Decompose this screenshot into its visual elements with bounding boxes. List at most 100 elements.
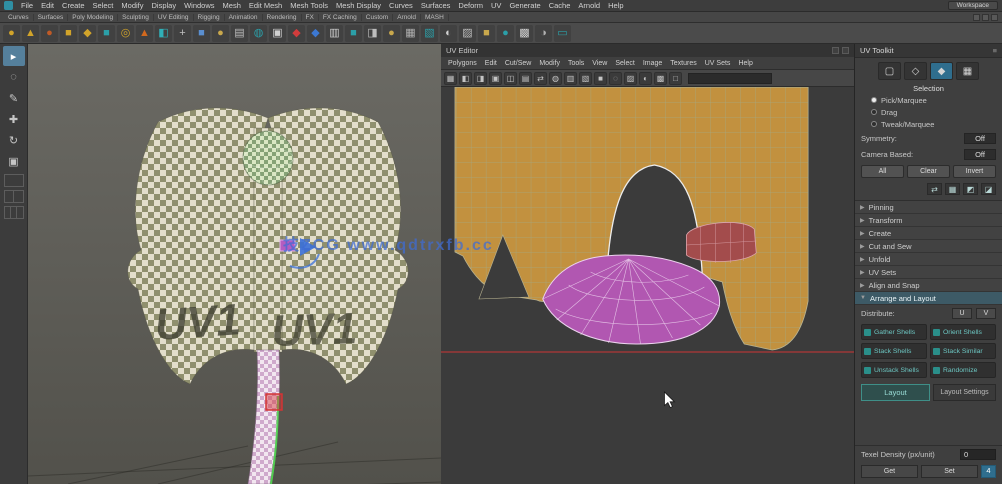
convert-selection-icon[interactable]: ▦ <box>945 183 960 195</box>
move-tool-icon[interactable]: ✚ <box>3 109 25 129</box>
axe-knob-mesh[interactable] <box>242 130 294 186</box>
menu-item[interactable]: Generate <box>505 1 544 10</box>
symmetry-dropdown[interactable]: Off <box>964 132 996 144</box>
menu-item[interactable]: Display <box>148 1 181 10</box>
paint-select-tool-icon[interactable]: ✎ <box>3 88 25 108</box>
layout-button[interactable]: Layout <box>861 384 931 401</box>
toolkit-section-arrange-layout[interactable]: ▼ Arrange and Layout <box>855 292 1002 305</box>
shelf-tool-button[interactable]: ■ <box>345 24 362 42</box>
uv-menu-item[interactable]: Select <box>611 60 638 67</box>
uv-toolbar-icon[interactable]: ▨ <box>624 71 637 85</box>
layout-four-pane-button[interactable] <box>3 190 24 203</box>
shelf-tool-button[interactable]: ◑ <box>535 24 552 42</box>
toolkit-section-header[interactable]: ▶ Pinning <box>855 201 1002 214</box>
selected-face-highlight[interactable] <box>265 393 283 411</box>
menu-item[interactable]: Modify <box>117 1 147 10</box>
menu-item[interactable]: Select <box>89 1 118 10</box>
shelf-tool-button[interactable]: ◧ <box>155 24 172 42</box>
uv-selection-filter-button[interactable]: ▢ <box>878 62 901 80</box>
shelf-tool-button[interactable]: ■ <box>193 24 210 42</box>
shelf-tool-button[interactable]: ▲ <box>22 24 39 42</box>
layout-two-pane-button[interactable] <box>3 206 24 219</box>
menu-item[interactable]: Curves <box>385 1 417 10</box>
toolkit-section-header[interactable]: ▶ Unfold <box>855 253 1002 266</box>
shelf-tool-button[interactable]: ▦ <box>402 24 419 42</box>
menu-item[interactable]: Cache <box>545 1 575 10</box>
menu-item[interactable]: Mesh <box>219 1 245 10</box>
menu-item[interactable]: Arnold <box>574 1 604 10</box>
distribute-v-button[interactable]: V <box>976 307 996 319</box>
convert-selection-icon[interactable]: ⇄ <box>927 183 942 195</box>
select-tool-icon[interactable]: ▸ <box>2 46 25 66</box>
shelf-tool-button[interactable]: ◐ <box>440 24 457 42</box>
shelf-tool-button[interactable]: ▧ <box>421 24 438 42</box>
uv-canvas[interactable] <box>441 87 854 484</box>
shelf-tab[interactable]: Rendering <box>263 13 302 21</box>
uv-transform-entry-input[interactable] <box>688 72 772 84</box>
shelf-tool-button[interactable]: ◆ <box>79 24 96 42</box>
uv-toolbar-icon[interactable]: ▧ <box>579 71 592 85</box>
uv-menu-item[interactable]: View <box>588 60 611 67</box>
shelf-tool-button[interactable]: ■ <box>478 24 495 42</box>
shelf-tool-button[interactable]: ● <box>41 24 58 42</box>
shelf-tool-button[interactable]: ▩ <box>516 24 533 42</box>
shelf-tool-button[interactable]: ● <box>3 24 20 42</box>
layout-settings-button[interactable]: Layout Settings <box>933 384 996 401</box>
shelf-tool-button[interactable]: ◍ <box>250 24 267 42</box>
convert-selection-icon[interactable]: ◪ <box>981 183 996 195</box>
shelf-tool-button[interactable]: ◎ <box>117 24 134 42</box>
snap-point-icon[interactable] <box>991 13 998 21</box>
shelf-tool-button[interactable]: ▨ <box>459 24 476 42</box>
select-all-button[interactable]: All <box>861 165 904 178</box>
shelf-tab[interactable]: Curves <box>4 13 34 21</box>
workspace-selector[interactable]: Workspace <box>947 1 998 10</box>
panel-menu-icon[interactable]: ≡ <box>993 46 997 55</box>
menu-item[interactable]: Mesh Tools <box>286 1 332 10</box>
uv-toolbar-icon[interactable]: ▥ <box>564 71 577 85</box>
select-clear-button[interactable]: Clear <box>907 165 950 178</box>
shelf-tab[interactable]: FX <box>302 13 319 21</box>
uv-selection-filter-button[interactable]: ▦ <box>956 62 979 80</box>
uv-menu-item[interactable]: Help <box>734 60 756 67</box>
arrange-button[interactable]: Orient Shells <box>930 324 996 340</box>
convert-selection-icon[interactable]: ◩ <box>963 183 978 195</box>
toolkit-section-header[interactable]: ▶ Align and Snap <box>855 279 1002 292</box>
arrange-button[interactable]: Stack Similar <box>930 343 996 359</box>
uv-menu-item[interactable]: Modify <box>535 60 564 67</box>
arrange-button[interactable]: Stack Shells <box>861 343 927 359</box>
texel-get-button[interactable]: Get <box>861 465 918 478</box>
shelf-tool-button[interactable]: ◨ <box>364 24 381 42</box>
uv-toolbar-icon[interactable]: ◐ <box>639 71 652 85</box>
uv-shell-fan[interactable] <box>542 254 721 345</box>
uv-toolbar-icon[interactable]: ▦ <box>444 71 457 85</box>
uv-toolbar-icon[interactable]: ■ <box>594 71 607 85</box>
toolkit-section-header[interactable]: ▶ Transform <box>855 214 1002 227</box>
uv-selection-filter-button[interactable]: ◆ <box>930 62 953 80</box>
toolkit-section-header[interactable]: ▶ UV Sets <box>855 266 1002 279</box>
camera-based-dropdown[interactable]: Off <box>964 148 996 160</box>
layout-single-pane-button[interactable] <box>3 174 24 187</box>
toolkit-section-header[interactable]: ▶ Create <box>855 227 1002 240</box>
arrange-button[interactable]: Gather Shells <box>861 324 927 340</box>
uv-toolbar-icon[interactable]: ▤ <box>519 71 532 85</box>
shelf-tool-button[interactable]: ▭ <box>554 24 571 42</box>
shelf-tool-button[interactable]: ▥ <box>326 24 343 42</box>
snap-curve-icon[interactable] <box>982 13 989 21</box>
shelf-tab[interactable]: Sculpting <box>118 13 154 21</box>
uv-selection-filter-button[interactable]: ◇ <box>904 62 927 80</box>
uv-menu-item[interactable]: Edit <box>481 60 501 67</box>
shelf-tool-button[interactable]: ▲ <box>136 24 153 42</box>
menu-item[interactable]: File <box>17 1 37 10</box>
shelf-tool-button[interactable]: ◆ <box>307 24 324 42</box>
shelf-tab[interactable]: Poly Modeling <box>68 13 119 21</box>
uv-toolbar-icon[interactable]: ◨ <box>474 71 487 85</box>
shelf-tab[interactable]: Surfaces <box>34 13 69 21</box>
shelf-tool-button[interactable]: ▣ <box>269 24 286 42</box>
uv-menu-item[interactable]: Textures <box>666 60 700 67</box>
shelf-tool-button[interactable]: + <box>174 24 191 42</box>
mode-tweak-marquee[interactable]: Tweak/Marquee <box>855 118 1002 130</box>
shelf-tool-button[interactable]: ■ <box>60 24 77 42</box>
dock-icon[interactable] <box>832 47 839 54</box>
shelf-tab[interactable]: Arnold <box>393 13 421 21</box>
snap-grid-icon[interactable] <box>973 13 980 21</box>
